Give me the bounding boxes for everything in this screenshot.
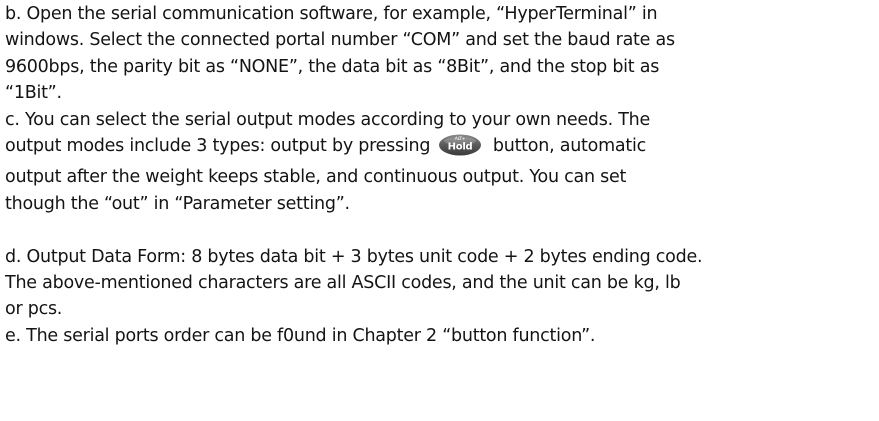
- hold-button-label: Hold: [447, 142, 472, 153]
- paragraph-d: d. Output Data Form: 8 bytes data bit + …: [5, 244, 877, 323]
- text-line: c. You can select the serial output mode…: [5, 109, 651, 130]
- text-line: The above-mentioned characters are all A…: [5, 273, 681, 294]
- document-page: { "paragraphs": { "b": { "lines": [ "b. …: [0, 0, 879, 421]
- text-line: 9600bps, the parity bit as “NONE”, the d…: [5, 56, 660, 77]
- text-line: windows. Select the connected portal num…: [5, 30, 675, 51]
- text-line: d. Output Data Form: 8 bytes data bit + …: [5, 246, 703, 267]
- hold-button-icon: ALT+ Hold: [438, 134, 482, 164]
- text-line: e. The serial ports order can be f0und i…: [5, 325, 596, 346]
- text-line: “1Bit”.: [5, 83, 62, 104]
- text-line: output after the weight keeps stable, an…: [5, 167, 627, 188]
- text-fragment: button, automatic: [492, 136, 646, 157]
- paragraph-b: b. Open the serial communication softwar…: [5, 1, 877, 107]
- text-line: or pcs.: [5, 299, 63, 320]
- text-line: output modes include 3 types: output by …: [5, 133, 877, 164]
- text-line: though the “out” in “Parameter setting”.: [5, 193, 350, 214]
- paragraph-e: e. The serial ports order can be f0und i…: [5, 323, 877, 349]
- text-line: b. Open the serial communication softwar…: [5, 4, 658, 24]
- paragraph-c: c. You can select the serial output mode…: [5, 107, 877, 218]
- text-fragment: output modes include 3 types: output by …: [5, 136, 431, 157]
- document-body: b. Open the serial communication softwar…: [5, 1, 877, 349]
